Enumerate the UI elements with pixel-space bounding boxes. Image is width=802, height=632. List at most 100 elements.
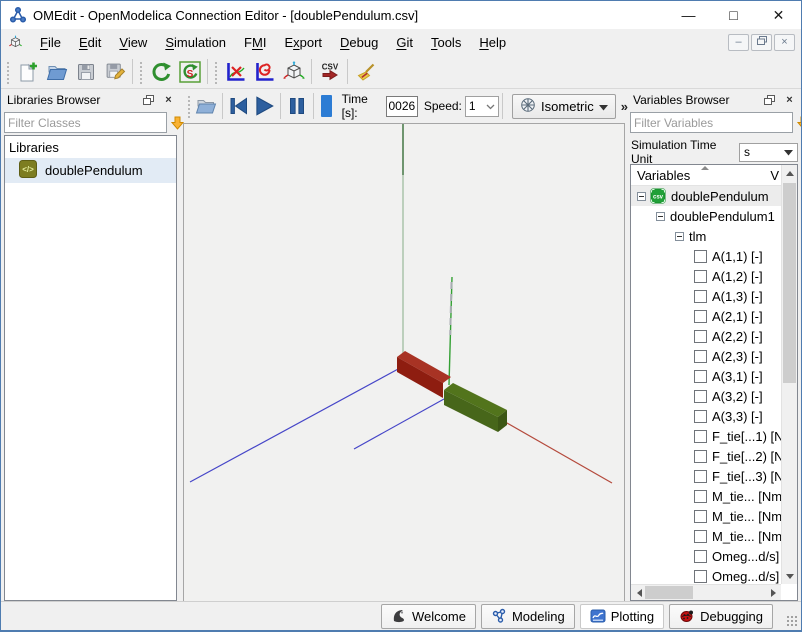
plot-variable-checkbox[interactable]	[694, 510, 707, 523]
dock-close-icon[interactable]: ×	[781, 92, 798, 107]
plot-variable-checkbox[interactable]	[694, 270, 707, 283]
perspective-dropdown[interactable]: Isometric	[512, 94, 616, 119]
plot-variable-checkbox[interactable]	[694, 390, 707, 403]
menu-tools[interactable]: Tools	[422, 32, 470, 53]
vertical-scrollbar[interactable]	[781, 165, 797, 584]
variable-row[interactable]: A(2,2) [-]	[631, 326, 781, 346]
mdi-close-icon[interactable]: ×	[774, 34, 795, 51]
menu-help[interactable]: Help	[470, 32, 515, 53]
clear-plot-icon[interactable]	[351, 57, 380, 86]
menu-fmi[interactable]: FMI	[235, 32, 275, 53]
maximize-icon[interactable]: □	[711, 1, 756, 29]
menu-edit[interactable]: Edit	[70, 32, 110, 53]
variable-row[interactable]: A(3,1) [-]	[631, 366, 781, 386]
scrollbar-thumb[interactable]	[783, 183, 796, 383]
time-unit-combobox[interactable]: s	[739, 143, 798, 162]
variable-row[interactable]: Omeg...d/s]	[631, 566, 781, 584]
variable-row[interactable]: F_tie[...1) [N]	[631, 426, 781, 446]
variable-row[interactable]: csvdoublePendulum	[631, 186, 781, 206]
mdi-restore-icon[interactable]	[751, 34, 772, 51]
animation-viewport[interactable]	[183, 123, 625, 602]
open-file-icon[interactable]	[42, 57, 71, 86]
pause-icon[interactable]	[284, 92, 310, 120]
variable-row[interactable]: A(3,3) [-]	[631, 406, 781, 426]
tab-welcome[interactable]: Welcome	[381, 604, 476, 629]
variable-row[interactable]: A(1,2) [-]	[631, 266, 781, 286]
speed-combobox[interactable]: 1	[465, 96, 499, 117]
plot-variable-checkbox[interactable]	[694, 370, 707, 383]
variable-row[interactable]: A(3,2) [-]	[631, 386, 781, 406]
variable-row[interactable]: M_tie... [Nm]	[631, 486, 781, 506]
new-plot-window-icon[interactable]	[221, 57, 250, 86]
plot-variable-checkbox[interactable]	[694, 290, 707, 303]
initialize-icon[interactable]	[226, 92, 252, 120]
plot-variable-checkbox[interactable]	[694, 410, 707, 423]
horizontal-scrollbar[interactable]	[631, 584, 781, 600]
variable-row[interactable]: M_tie... [Nm]	[631, 526, 781, 546]
variable-row[interactable]: A(2,3) [-]	[631, 346, 781, 366]
variable-row[interactable]: A(1,3) [-]	[631, 286, 781, 306]
menu-file[interactable]: File	[31, 32, 70, 53]
plot-variable-checkbox[interactable]	[694, 450, 707, 463]
collapse-icon[interactable]	[637, 192, 646, 201]
play-icon[interactable]	[251, 92, 277, 120]
time-slider[interactable]	[321, 95, 332, 117]
scroll-right-icon[interactable]	[765, 585, 781, 601]
close-icon[interactable]: ✕	[756, 1, 801, 29]
tab-debugging[interactable]: Debugging	[669, 604, 773, 629]
collapse-icon[interactable]	[675, 232, 684, 241]
dock-float-icon[interactable]	[761, 92, 778, 107]
menu-export[interactable]: Export	[275, 32, 331, 53]
plot-variable-checkbox[interactable]	[694, 490, 707, 503]
plot-variable-checkbox[interactable]	[694, 530, 707, 543]
variable-row[interactable]: tlm	[631, 226, 781, 246]
time-input[interactable]	[386, 96, 418, 117]
minimize-icon[interactable]: —	[666, 1, 711, 29]
save-icon[interactable]	[71, 57, 100, 86]
plot-variable-checkbox[interactable]	[694, 470, 707, 483]
menu-simulation[interactable]: Simulation	[156, 32, 235, 53]
plot-variable-checkbox[interactable]	[694, 430, 707, 443]
plot-variable-checkbox[interactable]	[694, 310, 707, 323]
scrollbar-thumb[interactable]	[645, 586, 693, 599]
variable-row[interactable]: M_tie... [Nm]	[631, 506, 781, 526]
plot-variable-checkbox[interactable]	[694, 570, 707, 583]
variable-row[interactable]: A(2,1) [-]	[631, 306, 781, 326]
scroll-down-icon[interactable]	[782, 568, 798, 584]
export-csv-icon[interactable]: CSV	[315, 57, 344, 86]
variable-row[interactable]: F_tie[...3) [N]	[631, 466, 781, 486]
new-modelica-class-icon[interactable]	[13, 57, 42, 86]
re-simulate-icon[interactable]	[146, 57, 175, 86]
save-as-icon[interactable]	[100, 57, 129, 86]
new-animation-window-icon[interactable]	[279, 57, 308, 86]
open-animation-file-icon[interactable]	[193, 92, 219, 120]
toolbar-drag-handle[interactable]	[213, 60, 219, 84]
menu-git[interactable]: Git	[387, 32, 422, 53]
variable-row[interactable]: Omeg...d/s]	[631, 546, 781, 566]
filter-variables-input[interactable]	[630, 112, 793, 133]
plot-variable-checkbox[interactable]	[694, 330, 707, 343]
menu-debug[interactable]: Debug	[331, 32, 387, 53]
resize-grip[interactable]	[786, 615, 798, 627]
menu-view[interactable]: View	[110, 32, 156, 53]
tab-modeling[interactable]: Modeling	[481, 604, 575, 629]
plot-variable-checkbox[interactable]	[694, 250, 707, 263]
dock-close-icon[interactable]: ×	[160, 92, 177, 107]
library-item-doublependulum[interactable]: </> doublePendulum	[5, 158, 176, 183]
re-simulate-setup-icon[interactable]: S	[175, 57, 204, 86]
filter-classes-input[interactable]	[4, 112, 167, 133]
toolbar-drag-handle[interactable]	[138, 60, 144, 84]
new-parametric-plot-icon[interactable]	[250, 57, 279, 86]
variable-row[interactable]: doublePendulum1	[631, 206, 781, 226]
variable-row[interactable]: F_tie[...2) [N]	[631, 446, 781, 466]
scroll-up-icon[interactable]	[782, 165, 798, 181]
toolbar-drag-handle[interactable]	[186, 94, 191, 118]
tab-plotting[interactable]: Plotting	[580, 604, 664, 629]
collapse-icon[interactable]	[656, 212, 665, 221]
toolbar-drag-handle[interactable]	[5, 60, 11, 84]
mdi-minimize-icon[interactable]: –	[728, 34, 749, 51]
dock-float-icon[interactable]	[140, 92, 157, 107]
filter-options-icon[interactable]	[796, 112, 802, 133]
plot-variable-checkbox[interactable]	[694, 350, 707, 363]
variable-row[interactable]: A(1,1) [-]	[631, 246, 781, 266]
